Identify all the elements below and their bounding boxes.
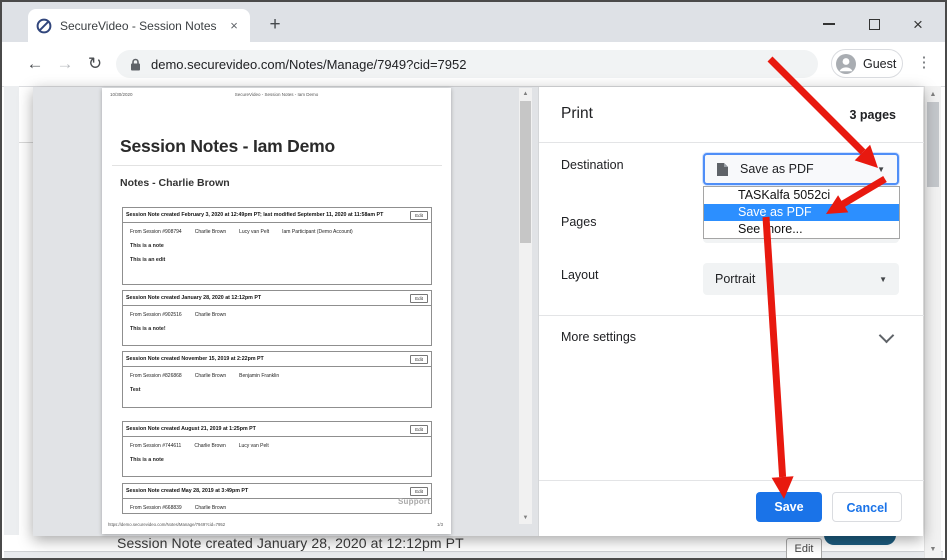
destination-label: Destination	[561, 158, 624, 172]
note-header: Session Note created August 21, 2019 at …	[126, 426, 256, 432]
caret-down-icon: ▼	[877, 165, 885, 174]
browser-window: SecureVideo - Session Notes - Iam × + × …	[0, 0, 947, 560]
background-support-tab[interactable]	[824, 535, 896, 545]
note-meta: From Session #744611Charlie BrownLucy va…	[130, 443, 431, 449]
preview-page-1: 10/30/2020 SecureVideo - Session Notes -…	[102, 88, 451, 534]
cancel-button[interactable]: Cancel	[832, 492, 902, 522]
print-preview-pane: 10/30/2020 SecureVideo - Session Notes -…	[33, 87, 538, 536]
background-note-heading: Session Note created January 28, 2020 at…	[117, 535, 464, 551]
note-header: Session Note created November 15, 2019 a…	[126, 356, 264, 362]
securevideo-favicon	[36, 18, 52, 34]
document-title: Session Notes - Iam Demo	[120, 136, 335, 157]
page-count: 3 pages	[849, 108, 896, 122]
session-note-card: Session Note created November 15, 2019 a…	[122, 351, 432, 408]
browser-menu-icon[interactable]: ⋮	[913, 50, 935, 76]
browser-tab[interactable]: SecureVideo - Session Notes - Iam ×	[28, 9, 250, 42]
note-header: Session Note created May 28, 2019 at 3:4…	[126, 488, 248, 494]
tab-strip: SecureVideo - Session Notes - Iam × + ×	[2, 2, 945, 42]
minimize-button[interactable]	[814, 12, 844, 36]
close-window-button[interactable]: ×	[903, 12, 933, 36]
document-icon	[717, 163, 728, 176]
layout-value: Portrait	[715, 272, 755, 286]
layout-select[interactable]: Portrait ▼	[703, 263, 899, 295]
forward-button[interactable]: →	[52, 51, 78, 77]
support-label: Support	[398, 497, 430, 506]
note-meta: From Session #668839Charlie Brown	[130, 505, 431, 511]
print-dialog-title: Print	[561, 105, 593, 123]
print-header-title: SecureVideo - Session Notes - Iam Demo	[102, 92, 451, 97]
scroll-down-icon[interactable]: ▼	[925, 546, 941, 553]
maximize-icon	[869, 19, 880, 30]
caret-down-icon: ▼	[879, 275, 887, 284]
lock-icon	[130, 58, 141, 71]
tab-close-icon[interactable]: ×	[226, 18, 242, 34]
tab-title: SecureVideo - Session Notes - Iam	[60, 19, 220, 33]
title-divider	[112, 165, 442, 166]
note-meta: From Session #902516Charlie Brown	[130, 312, 431, 318]
edit-button: Edit	[410, 425, 428, 434]
destination-value: Save as PDF	[740, 162, 814, 176]
session-note-card: Session Note created February 3, 2020 at…	[122, 207, 432, 285]
chevron-down-icon[interactable]	[879, 328, 895, 344]
note-meta: From Session #908794Charlie BrownLucy va…	[130, 229, 431, 235]
destination-select[interactable]: Save as PDF ▼	[703, 153, 899, 185]
destination-menu: TASKalfa 5052ci Save as PDF See more...	[703, 186, 900, 239]
page-scrollbar-thumb[interactable]	[927, 102, 939, 187]
maximize-button[interactable]	[859, 12, 889, 36]
print-settings-panel: Print 3 pages Destination Save as PDF ▼ …	[538, 87, 923, 536]
back-button[interactable]: ←	[22, 51, 48, 77]
menu-item-save-as-pdf[interactable]: Save as PDF	[704, 204, 899, 221]
pages-label: Pages	[561, 215, 596, 229]
edit-button: Edit	[410, 211, 428, 220]
scroll-down-icon[interactable]: ▼	[519, 515, 532, 521]
profile-name: Guest	[863, 57, 896, 71]
new-tab-button[interactable]: +	[262, 12, 288, 38]
preview-scrollbar-thumb[interactable]	[520, 101, 531, 243]
session-note-card: Session Note created August 21, 2019 at …	[122, 421, 432, 477]
divider	[539, 315, 924, 316]
browser-toolbar: ← → ↻ demo.securevideo.com/Notes/Manage/…	[2, 42, 945, 87]
edit-button: Edit	[410, 487, 428, 496]
preview-scrollbar[interactable]: ▲ ▼	[519, 88, 532, 524]
session-note-card: Session Note created May 28, 2019 at 3:4…	[122, 483, 432, 514]
note-header: Session Note created January 28, 2020 at…	[126, 295, 261, 301]
print-footer-url: https://demo.securevideo.com/Notes/Manag…	[108, 522, 225, 527]
url-text: demo.securevideo.com/Notes/Manage/7949?c…	[151, 57, 466, 72]
edit-button: Edit	[410, 294, 428, 303]
minimize-icon	[823, 23, 835, 25]
print-dialog: 10/30/2020 SecureVideo - Session Notes -…	[33, 87, 923, 536]
avatar-icon	[835, 53, 857, 75]
divider	[539, 142, 924, 143]
divider	[539, 480, 924, 481]
note-header: Session Note created February 3, 2020 at…	[126, 212, 383, 218]
edit-button: Edit	[410, 355, 428, 364]
profile-button[interactable]: Guest	[831, 49, 903, 78]
note-text: This is an edit	[130, 257, 431, 263]
background-page-divider	[19, 142, 33, 143]
background-edit-button[interactable]: Edit	[786, 538, 822, 560]
session-note-card: Session Note created January 28, 2020 at…	[122, 290, 432, 346]
menu-item-see-more[interactable]: See more...	[704, 221, 899, 238]
notes-section-title: Notes - Charlie Brown	[120, 177, 230, 189]
reload-button[interactable]: ↻	[82, 51, 108, 77]
scroll-up-icon[interactable]: ▲	[519, 91, 532, 97]
menu-item-printer[interactable]: TASKalfa 5052ci	[704, 187, 899, 204]
save-button[interactable]: Save	[756, 492, 822, 522]
layout-label: Layout	[561, 268, 599, 282]
note-meta: From Session #826868Charlie BrownBenjami…	[130, 373, 431, 379]
scroll-up-icon[interactable]: ▲	[925, 91, 941, 98]
note-text: This is a note!	[130, 326, 431, 332]
print-footer-page-number: 1/3	[437, 522, 443, 527]
note-text: This is a note	[130, 457, 431, 463]
note-text: Test	[130, 387, 431, 393]
background-page-gutter	[4, 86, 19, 535]
note-text: This is a note	[130, 243, 431, 249]
more-settings-label[interactable]: More settings	[561, 330, 636, 344]
url-bar[interactable]: demo.securevideo.com/Notes/Manage/7949?c…	[116, 50, 818, 78]
page-scrollbar[interactable]: ▲ ▼	[924, 86, 941, 558]
